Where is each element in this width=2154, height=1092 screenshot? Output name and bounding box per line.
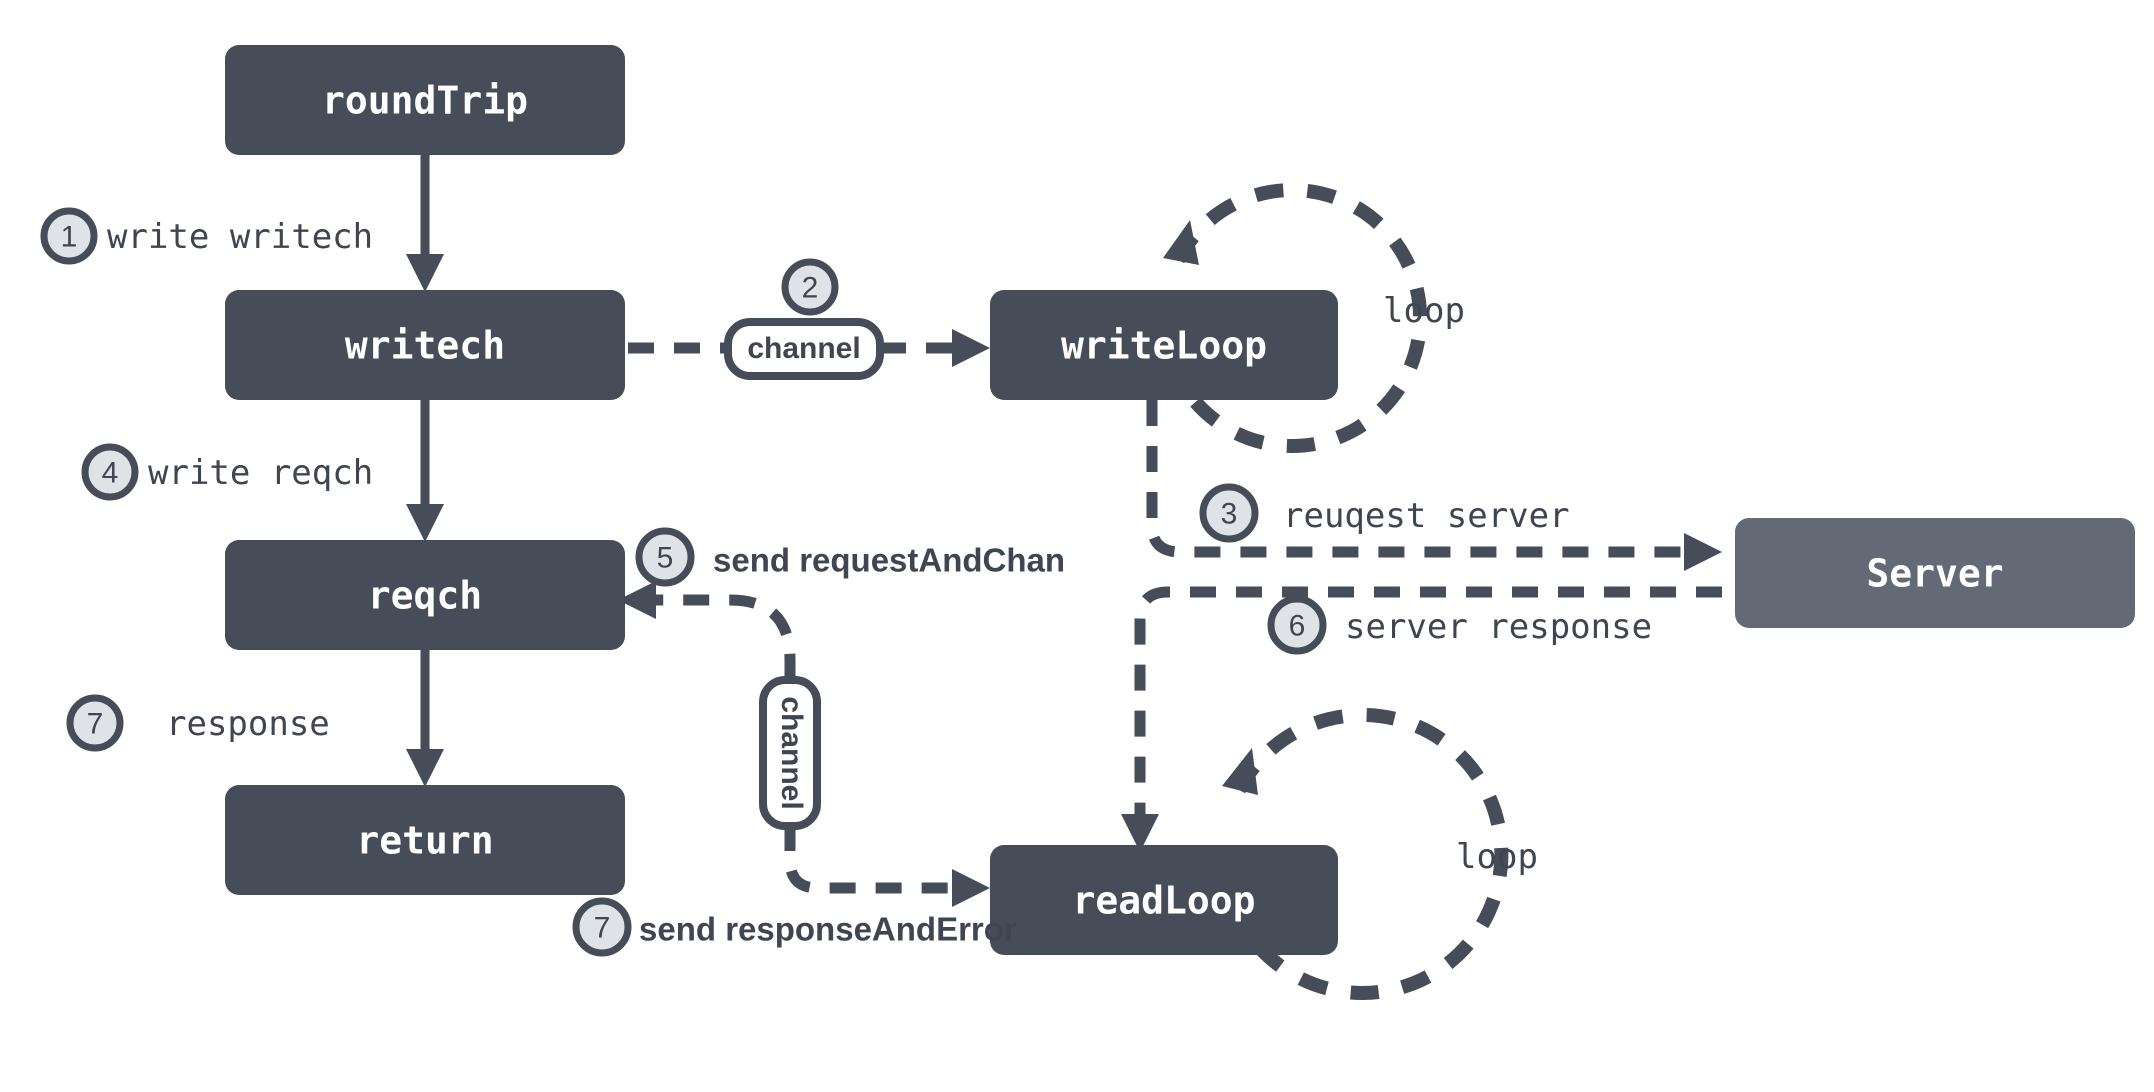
step-label-6: server response [1345,607,1652,647]
step-label-7-response: response [166,704,330,744]
node-return[interactable]: return [225,785,625,895]
step-label-1: write writech [107,217,373,257]
node-readLoop[interactable]: readLoop [990,845,1338,955]
node-writeLoop[interactable]: writeLoop [990,290,1338,400]
node-reqch-label: reqch [368,574,482,618]
channel-box-vertical-label: channel [775,696,808,809]
step-label-4: write reqch [148,453,373,493]
step-badge-6-number: 6 [1289,610,1306,643]
flowchart-svg: roundTrip writech reqch return writeLoop… [40,45,2135,1000]
step-label-3: reuqest server [1283,496,1570,536]
node-server[interactable]: Server [1735,518,2135,628]
step-badge-7-response-number: 7 [87,708,104,741]
node-writech-label: writech [345,324,505,368]
edge-channel-to-writeloop [880,329,990,367]
node-return-label: return [356,819,493,863]
step-badge-7-send: 7 [572,897,632,957]
node-writeLoop-label: writeLoop [1061,324,1267,368]
node-roundTrip[interactable]: roundTrip [225,45,625,155]
edge-channel-vertical-bottom [784,825,990,907]
step-badge-7-send-number: 7 [594,912,611,945]
node-reqch[interactable]: reqch [225,540,625,650]
channel-box-horizontal-label: channel [747,332,860,365]
node-readLoop-label: readLoop [1072,879,1255,923]
edge-writech-to-reqch [406,400,444,542]
read-loop-label: loop [1456,837,1538,877]
step-badge-7-response: 7 [66,694,124,752]
step-badge-3: 3 [1199,483,1259,543]
step-badge-4: 4 [81,443,139,501]
edge-reqch-to-return [406,650,444,787]
diagram-canvas: roundTrip writech reqch return writeLoop… [0,0,2154,1092]
node-server-label: Server [1866,552,2003,596]
write-loop-label: loop [1383,291,1465,331]
step-badge-2-number: 2 [802,272,819,305]
edge-roundtrip-to-writech [406,155,444,292]
channel-box-vertical[interactable]: channel [759,676,821,830]
step-badge-3-number: 3 [1221,498,1238,531]
step-badge-6: 6 [1267,595,1327,655]
node-writech[interactable]: writech [225,290,625,400]
step-badge-2: 2 [781,258,839,316]
step-badge-5: 5 [635,527,695,587]
step-badge-5-number: 5 [657,542,674,575]
step-badge-4-number: 4 [102,457,119,490]
step-label-7-send: send responseAndError [639,911,1017,948]
step-badge-1: 1 [40,207,98,265]
edge-channel-vertical-top [618,581,796,680]
node-roundTrip-label: roundTrip [322,79,528,123]
step-badge-1-number: 1 [61,221,78,254]
channel-box-horizontal[interactable]: channel [724,318,884,380]
step-label-5: send requestAndChan [713,542,1065,579]
